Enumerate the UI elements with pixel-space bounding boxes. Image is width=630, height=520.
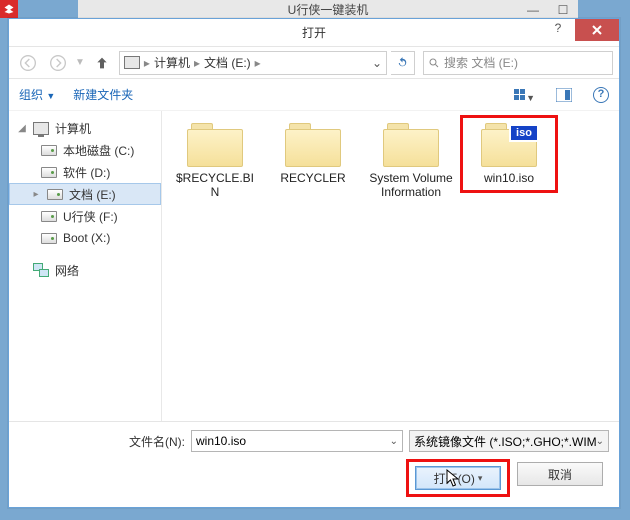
cancel-button[interactable]: 取消 <box>517 462 603 486</box>
filename-label: 文件名(N): <box>129 433 185 450</box>
refresh-button[interactable] <box>391 51 415 75</box>
list-item-selected[interactable]: iso win10.iso <box>464 119 554 189</box>
navigation-tree[interactable]: ◢ 计算机 本地磁盘 (C:) 软件 (D:) ▸ 文档 (E:) U行侠 (F… <box>9 111 162 421</box>
tree-node-drive-f[interactable]: U行侠 (F:) <box>9 205 161 227</box>
file-list[interactable]: $RECYCLE.BIN RECYCLER System Volume Info… <box>162 111 619 421</box>
tree-node-drive-e[interactable]: ▸ 文档 (E:) <box>9 183 161 205</box>
dialog-titlebar: 打开 ? <box>9 19 619 47</box>
filename-input[interactable]: win10.iso ⌄ <box>191 430 403 452</box>
list-item[interactable]: $RECYCLE.BIN <box>170 119 260 203</box>
search-icon <box>428 57 440 69</box>
breadcrumb-separator-icon: ▸ <box>144 56 150 70</box>
grid-icon <box>514 89 525 100</box>
address-bar[interactable]: ▸ 计算机 ▸ 文档 (E:) ▸ ⌄ <box>119 51 387 75</box>
organize-menu[interactable]: 组织 ▼ <box>19 86 55 103</box>
breadcrumb-computer[interactable]: 计算机 <box>154 54 190 71</box>
drive-icon <box>41 233 57 244</box>
help-icon[interactable]: ? <box>593 87 609 103</box>
nav-back-button[interactable] <box>15 51 41 75</box>
dialog-help-button[interactable]: ? <box>543 21 573 35</box>
toolbar: 组织 ▼ 新建文件夹 ▼ ? <box>9 79 619 111</box>
navigation-bar: ▼ ▸ 计算机 ▸ 文档 (E:) ▸ ⌄ 搜索 文档 (E:) <box>9 47 619 79</box>
new-folder-button[interactable]: 新建文件夹 <box>73 86 133 103</box>
dialog-title: 打开 <box>302 24 326 41</box>
dialog-close-button[interactable] <box>575 19 619 41</box>
search-input[interactable]: 搜索 文档 (E:) <box>423 51 613 75</box>
search-placeholder: 搜索 文档 (E:) <box>444 54 518 71</box>
network-icon <box>33 263 49 277</box>
drive-icon <box>41 167 57 178</box>
tree-node-computer[interactable]: ◢ 计算机 <box>9 117 161 139</box>
open-button-highlight: 打开(O) ▾ <box>409 462 507 494</box>
list-item[interactable]: System Volume Information <box>366 119 456 203</box>
tree-node-drive-d[interactable]: 软件 (D:) <box>9 161 161 183</box>
folder-icon <box>383 123 439 167</box>
drive-icon <box>41 211 57 222</box>
parent-app-icon <box>0 0 18 18</box>
parent-maximize-button[interactable]: ☐ <box>548 0 578 20</box>
computer-icon <box>124 56 140 69</box>
iso-file-icon: iso <box>481 123 537 167</box>
breadcrumb-separator-icon: ▸ <box>255 56 261 70</box>
nav-up-button[interactable] <box>89 51 115 75</box>
tree-node-drive-x[interactable]: Boot (X:) <box>9 227 161 249</box>
dialog-footer: 文件名(N): win10.iso ⌄ 系统镜像文件 (*.ISO;*.GHO;… <box>9 421 619 504</box>
nav-forward-button[interactable] <box>45 51 71 75</box>
view-options-button[interactable]: ▼ <box>513 84 535 106</box>
parent-minimize-button[interactable]: — <box>518 0 548 20</box>
drive-icon <box>47 189 63 200</box>
open-button[interactable]: 打开(O) ▾ <box>415 466 501 490</box>
parent-window-title: U行侠一键装机 <box>82 0 574 20</box>
drive-icon <box>41 145 57 156</box>
chevron-down-icon[interactable]: ⌄ <box>390 436 398 447</box>
preview-pane-button[interactable] <box>553 84 575 106</box>
folder-icon <box>285 123 341 167</box>
tree-node-drive-c[interactable]: 本地磁盘 (C:) <box>9 139 161 161</box>
breadcrumb-separator-icon: ▸ <box>194 56 200 70</box>
list-item[interactable]: RECYCLER <box>268 119 358 189</box>
address-dropdown-caret[interactable]: ⌄ <box>372 56 382 70</box>
computer-icon <box>33 122 49 135</box>
tree-node-network[interactable]: ▸ 网络 <box>9 259 161 281</box>
recent-locations-caret[interactable]: ▼ <box>75 57 85 68</box>
content-area: ◢ 计算机 本地磁盘 (C:) 软件 (D:) ▸ 文档 (E:) U行侠 (F… <box>9 111 619 421</box>
filetype-select[interactable]: 系统镜像文件 (*.ISO;*.GHO;*.WIM) ⌄ <box>409 430 609 452</box>
open-file-dialog: 打开 ? ▼ ▸ 计算机 ▸ 文档 (E:) ▸ ⌄ 搜索 <box>8 18 620 508</box>
folder-icon <box>187 123 243 167</box>
chevron-down-icon[interactable]: ⌄ <box>596 436 604 447</box>
parent-window-titlebar: U行侠一键装机 — ☐ <box>78 0 578 20</box>
breadcrumb-drive[interactable]: 文档 (E:) <box>204 54 251 71</box>
